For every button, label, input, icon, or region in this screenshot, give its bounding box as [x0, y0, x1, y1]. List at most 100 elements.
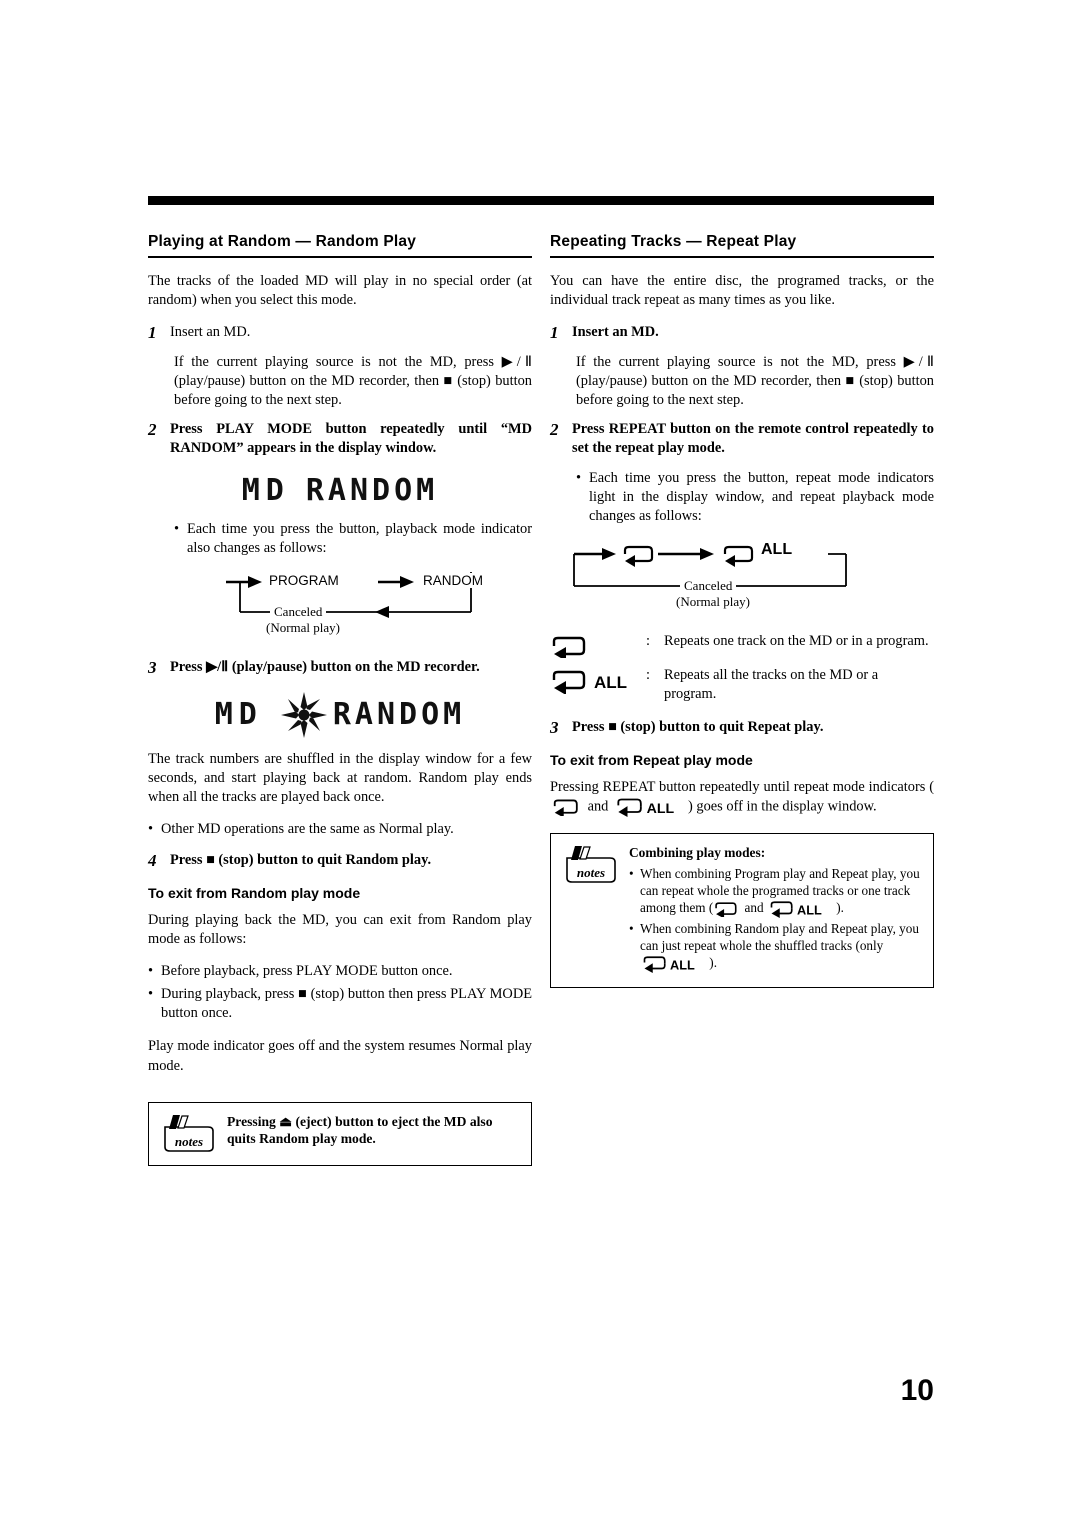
right-step-1-head: Insert an MD. [572, 324, 659, 341]
left-step-2: 2 Press PLAY MODE button repeatedly unti… [148, 420, 532, 458]
right-step-1: 1 Insert an MD. [550, 323, 934, 343]
left-intro: The tracks of the loaded MD will play in… [148, 273, 532, 309]
right-step-2-head: Press REPEAT button on the remote contro… [572, 421, 934, 457]
left-exit-bullet-1: Before playback, press PLAY MODE button … [161, 962, 453, 979]
lcd-random-label: RANDOM [305, 472, 439, 508]
left-column: Playing at Random — Random Play The trac… [148, 233, 532, 1166]
lcd-md-label-2: MD [214, 697, 263, 732]
right-step-1-detail: If the current playing source is not the… [576, 353, 934, 409]
right-step-3-head: Press ■ (stop) button to quit Repeat pla… [572, 719, 824, 736]
repeat-all-icon-inline-2: ALL [640, 955, 706, 974]
right-flow-normal: (Normal play) [676, 594, 751, 610]
list-item: • When combining Program play and Repeat… [629, 865, 921, 918]
left-exit-bullet-2: During playback, press ■ (stop) button t… [161, 986, 532, 1022]
list-item: • Other MD operations are the same as No… [148, 820, 532, 839]
left-step-2-number: 2 [148, 420, 157, 440]
list-item: • During playback, press ■ (stop) button… [148, 985, 532, 1023]
right-title-rule [550, 256, 934, 258]
left-exit-intro: During playing back the MD, you can exit… [148, 911, 532, 947]
list-item: : Repeats one track on the MD or in a pr… [550, 632, 934, 659]
left-section-title: Playing at Random — Random Play [148, 233, 417, 250]
flow-label-all: ALL [758, 541, 796, 560]
left-step-3: 3 Press ▶/Ⅱ (play/pause) button on the M… [148, 658, 532, 678]
notes-badge-icon: notes [563, 844, 619, 884]
right-notes-b2c: ). [706, 955, 717, 971]
repeat-one-icon [550, 632, 646, 659]
right-step-2-number: 2 [550, 420, 559, 440]
svg-text:ALL: ALL [797, 902, 822, 917]
right-notes-b2a: When combining Random play and Repeat pl… [640, 920, 919, 953]
svg-text:ALL: ALL [594, 673, 627, 692]
left-step2-bullets: • Each time you press the button, playba… [148, 520, 532, 558]
repeat-one-desc: Repeats one track on the MD or in a prog… [664, 633, 929, 650]
bullet-dot: • [148, 986, 154, 1003]
repeat-all-icon: ALL [550, 666, 646, 704]
repeat-one-icon-inline [713, 901, 741, 917]
svg-text:ALL: ALL [670, 957, 695, 972]
right-exit-text-b: and [584, 798, 612, 815]
lcd-md-label: MD [241, 472, 290, 508]
right-step-1-number: 1 [550, 323, 559, 343]
two-column-layout: Playing at Random — Random Play The trac… [148, 233, 934, 1166]
bullet-dot: • [576, 469, 582, 486]
right-bullet-step2: Each time you press the button, repeat m… [589, 469, 934, 524]
flow-label-random: RANDOM [420, 572, 486, 588]
left-after-step3: The track numbers are shuffled in the di… [148, 750, 532, 805]
right-exit-title: To exit from Repeat play mode [550, 751, 753, 768]
repeat-one-colon: : [646, 633, 650, 650]
left-title-rule [148, 256, 532, 258]
right-notes-box: notes Combining play modes: • When combi… [550, 833, 934, 989]
right-column: Repeating Tracks — Repeat Play You can h… [550, 233, 934, 1166]
right-step-3: 3 Press ■ (stop) button to quit Repeat p… [550, 718, 934, 738]
bullet-dot: • [148, 962, 154, 979]
repeat-definitions: : Repeats one track on the MD or in a pr… [550, 632, 934, 704]
left-step-1-head: Insert an MD. [170, 324, 251, 341]
bullet-dot: • [148, 820, 154, 837]
list-item: • Each time you press the button, playba… [174, 520, 532, 558]
right-exit-text: Pressing REPEAT button repeatedly until … [550, 778, 934, 818]
left-step-4-head: Press ■ (stop) button to quit Random pla… [170, 852, 432, 869]
bullet-dot: • [174, 520, 180, 537]
right-exit-text-a: Pressing REPEAT button repeatedly until … [550, 778, 934, 795]
lcd-display-md-random: MD RANDOM [148, 473, 532, 508]
left-step-4: 4 Press ■ (stop) button to quit Random p… [148, 851, 532, 871]
right-notes-bullet-2: When combining Random play and Repeat pl… [640, 920, 921, 974]
svg-text:notes: notes [577, 865, 605, 880]
left-exit-title: To exit from Random play mode [148, 884, 361, 901]
page-number: 10 [900, 1374, 934, 1407]
list-item: • Before playback, press PLAY MODE butto… [148, 962, 532, 981]
right-notes-b1c: ). [832, 899, 844, 915]
repeat-one-icon-inline [550, 798, 584, 817]
left-step-1: 1 Insert an MD. [148, 323, 532, 343]
page-content: Playing at Random — Random Play The trac… [148, 196, 934, 1166]
flow-label-canceled: Canceled [270, 603, 327, 620]
flow-label-program: PROGRAM [266, 572, 342, 588]
left-notes-box: notes Pressing ⏏ (eject) button to eject… [148, 1101, 532, 1166]
left-exit-close: Play mode indicator goes off and the sys… [148, 1038, 532, 1074]
right-exit-text-c: ) goes off in the display window. [687, 798, 877, 815]
right-step-2: 2 Press REPEAT button on the remote cont… [550, 420, 934, 458]
repeat-all-desc: Repeats all the tracks on the MD or a pr… [664, 667, 879, 703]
left-step-3-head: Press ▶/Ⅱ (play/pause) button on the MD … [170, 658, 480, 675]
right-flow-diagram: ALL Canceled (Normal play) [550, 538, 934, 616]
left-step-1-number: 1 [148, 323, 157, 343]
repeat-all-colon: : [646, 667, 650, 684]
repeat-all-icon-inline: ALL [767, 900, 833, 918]
lcd-display-md-random-active: MD RANDOM [148, 691, 532, 738]
bullet-dot: • [629, 920, 634, 936]
right-notes-b1b: and [741, 899, 767, 915]
left-bullet-step2: Each time you press the button, playback… [187, 520, 532, 556]
right-section-title: Repeating Tracks — Repeat Play [550, 233, 797, 250]
left-step-4-number: 4 [148, 851, 157, 871]
bullet-dot: • [629, 865, 634, 881]
right-notes-bullet-1: When combining Program play and Repeat p… [640, 865, 921, 918]
left-bullet-other-ops: Other MD operations are the same as Norm… [161, 820, 454, 837]
right-step-3-number: 3 [550, 718, 559, 738]
right-flow-canceled: Canceled [680, 578, 737, 595]
list-item: ALL : Repeats all the tracks on the MD o… [550, 666, 934, 704]
svg-text:ALL: ALL [647, 801, 675, 817]
left-flow-diagram: PROGRAM RANDOM Canceled (Normal play) [148, 568, 532, 642]
left-step-3-number: 3 [148, 657, 157, 677]
notes-badge-icon: notes [161, 1113, 217, 1153]
lcd-random-label-2: RANDOM [332, 697, 466, 732]
